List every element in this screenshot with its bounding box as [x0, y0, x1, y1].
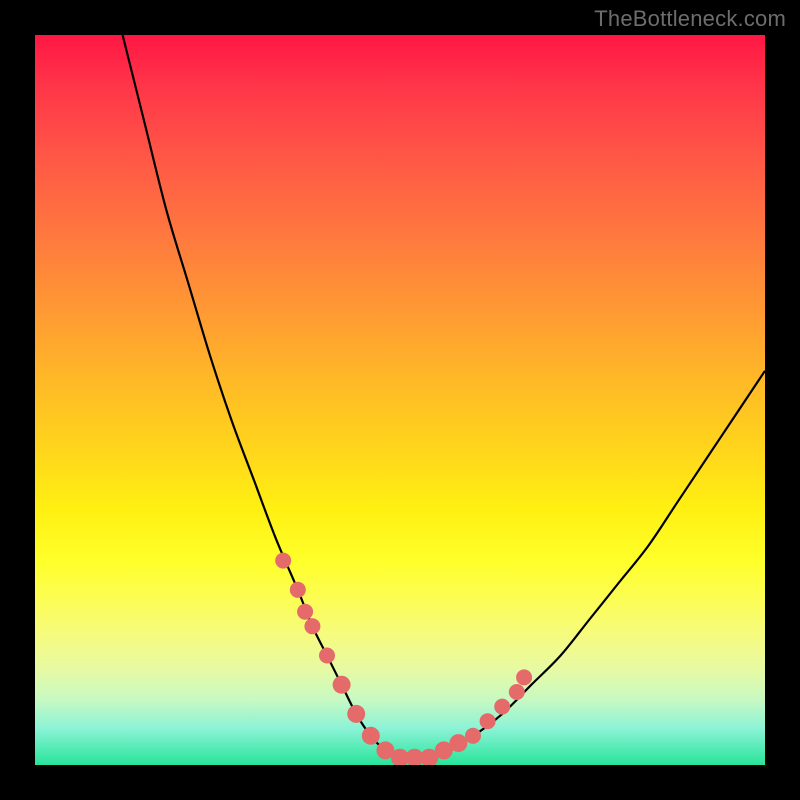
- marker-point: [509, 684, 525, 700]
- marker-point: [319, 648, 335, 664]
- marker-point: [297, 604, 313, 620]
- watermark-text: TheBottleneck.com: [594, 6, 786, 32]
- marker-point: [333, 676, 351, 694]
- marker-group: [275, 553, 532, 765]
- marker-point: [290, 582, 306, 598]
- curve-layer: [35, 35, 765, 765]
- marker-point: [465, 728, 481, 744]
- marker-point: [494, 699, 510, 715]
- marker-point: [516, 669, 532, 685]
- marker-point: [362, 727, 380, 745]
- marker-point: [449, 734, 467, 752]
- plot-area: [35, 35, 765, 765]
- marker-point: [480, 713, 496, 729]
- marker-point: [304, 618, 320, 634]
- chart-frame: TheBottleneck.com: [0, 0, 800, 800]
- bottleneck-curve: [123, 35, 765, 758]
- marker-point: [347, 705, 365, 723]
- marker-point: [275, 553, 291, 569]
